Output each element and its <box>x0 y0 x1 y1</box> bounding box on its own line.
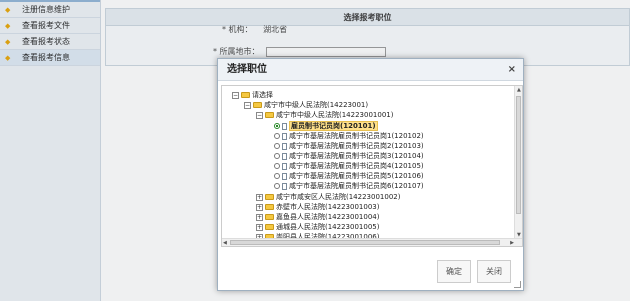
horizontal-scrollbar[interactable]: ◀ ▶ <box>222 238 522 246</box>
radio-icon[interactable] <box>274 143 280 149</box>
tree-node-label: 咸宁市基层法院雇员制书记员岗2(120103) <box>289 142 424 150</box>
position-option[interactable]: 咸宁市基层法院雇员制书记员岗6(120107) <box>274 181 424 191</box>
tree-node-court[interactable]: + 通城县人民法院(14223001005) <box>256 222 379 232</box>
dialog-header: 选择职位 × <box>218 59 523 81</box>
position-option[interactable]: 咸宁市基层法院雇员制书记员岗5(120106) <box>274 171 424 181</box>
tree-node-label: 赤壁市人民法院(14223001003) <box>276 203 380 211</box>
folder-icon <box>265 224 274 230</box>
expand-icon[interactable]: + <box>256 223 263 231</box>
radio-icon[interactable] <box>274 153 280 159</box>
expand-icon[interactable]: + <box>256 213 263 221</box>
scroll-thumb[interactable] <box>230 240 500 245</box>
radio-icon[interactable] <box>274 163 280 169</box>
close-icon[interactable]: × <box>508 59 516 81</box>
folder-icon <box>265 214 274 220</box>
radio-icon[interactable] <box>274 133 280 139</box>
position-option[interactable]: 咸宁市基层法院雇员制书记员岗3(120104) <box>274 151 424 161</box>
close-button[interactable]: 关闭 <box>477 260 511 283</box>
document-icon <box>282 152 287 160</box>
radio-icon[interactable] <box>274 183 280 189</box>
folder-icon <box>265 204 274 210</box>
tree-node-label: 咸宁市基层法院雇员制书记员岗4(120105) <box>289 162 424 170</box>
document-icon <box>282 142 287 150</box>
tree-node-label: 咸宁市中级人民法院(14223001) <box>264 101 369 109</box>
folder-icon <box>265 194 274 200</box>
dialog-title: 选择职位 <box>227 64 267 75</box>
scroll-right-icon[interactable]: ▶ <box>510 240 514 246</box>
select-position-dialog: 选择职位 × − 请选择 − 咸宁市中级人民法院(14223001) − 咸宁市中级人… <box>217 58 524 291</box>
scroll-up-icon[interactable]: ▲ <box>517 87 521 93</box>
tree-node-label: 嘉鱼县人民法院(14223001004) <box>276 213 380 221</box>
tree-node-label: 通城县人民法院(14223001005) <box>276 223 380 231</box>
expand-icon[interactable]: + <box>256 193 263 201</box>
tree-node-subcourt[interactable]: − 咸宁市中级人民法院(14223001001) <box>256 110 393 120</box>
folder-icon <box>253 102 262 108</box>
expand-icon[interactable]: + <box>256 203 263 211</box>
confirm-button[interactable]: 确定 <box>437 260 471 283</box>
radio-icon[interactable] <box>274 173 280 179</box>
radio-selected-icon[interactable] <box>274 123 280 129</box>
tree-node-label: 雇员制书记员岗(120101) <box>289 121 378 131</box>
document-icon <box>282 122 287 130</box>
folder-icon <box>265 112 274 118</box>
position-option[interactable]: 咸宁市基层法院雇员制书记员岗2(120103) <box>274 141 424 151</box>
tree-node-label: 咸宁市咸安区人民法院(14223001002) <box>276 193 401 201</box>
tree-node-label: 咸宁市中级人民法院(14223001001) <box>276 111 394 119</box>
tree-node-court[interactable]: − 咸宁市中级人民法院(14223001) <box>244 100 368 110</box>
vertical-scrollbar[interactable]: ▲ ▼ <box>514 86 522 239</box>
position-option[interactable]: 雇员制书记员岗(120101) <box>274 121 378 131</box>
tree-node-court[interactable]: + 咸宁市咸安区人民法院(14223001002) <box>256 192 400 202</box>
document-icon <box>282 182 287 190</box>
resize-handle[interactable] <box>514 281 521 288</box>
tree-node-court[interactable]: + 嘉鱼县人民法院(14223001004) <box>256 212 379 222</box>
document-icon <box>282 162 287 170</box>
collapse-icon[interactable]: − <box>244 101 251 109</box>
tree-node-label: 咸宁市基层法院雇员制书记员岗3(120104) <box>289 152 424 160</box>
tree-node-court[interactable]: + 赤壁市人民法院(14223001003) <box>256 202 379 212</box>
position-option[interactable]: 咸宁市基层法院雇员制书记员岗1(120102) <box>274 131 424 141</box>
collapse-icon[interactable]: − <box>256 111 263 119</box>
position-option[interactable]: 咸宁市基层法院雇员制书记员岗4(120105) <box>274 161 424 171</box>
tree-node-label: 咸宁市基层法院雇员制书记员岗6(120107) <box>289 182 424 190</box>
collapse-icon[interactable]: − <box>232 91 239 99</box>
tree-node-label: 咸宁市基层法院雇员制书记员岗1(120102) <box>289 132 424 140</box>
scroll-left-icon[interactable]: ◀ <box>223 240 227 246</box>
document-icon <box>282 172 287 180</box>
tree-node-label: 咸宁市基层法院雇员制书记员岗5(120106) <box>289 172 424 180</box>
tree-node-root[interactable]: − 请选择 <box>232 90 273 100</box>
scroll-thumb[interactable] <box>516 96 521 214</box>
tree-node-label: 请选择 <box>252 91 273 99</box>
document-icon <box>282 132 287 140</box>
position-tree: − 请选择 − 咸宁市中级人民法院(14223001) − 咸宁市中级人民法院(142… <box>221 85 523 247</box>
folder-icon <box>241 92 250 98</box>
